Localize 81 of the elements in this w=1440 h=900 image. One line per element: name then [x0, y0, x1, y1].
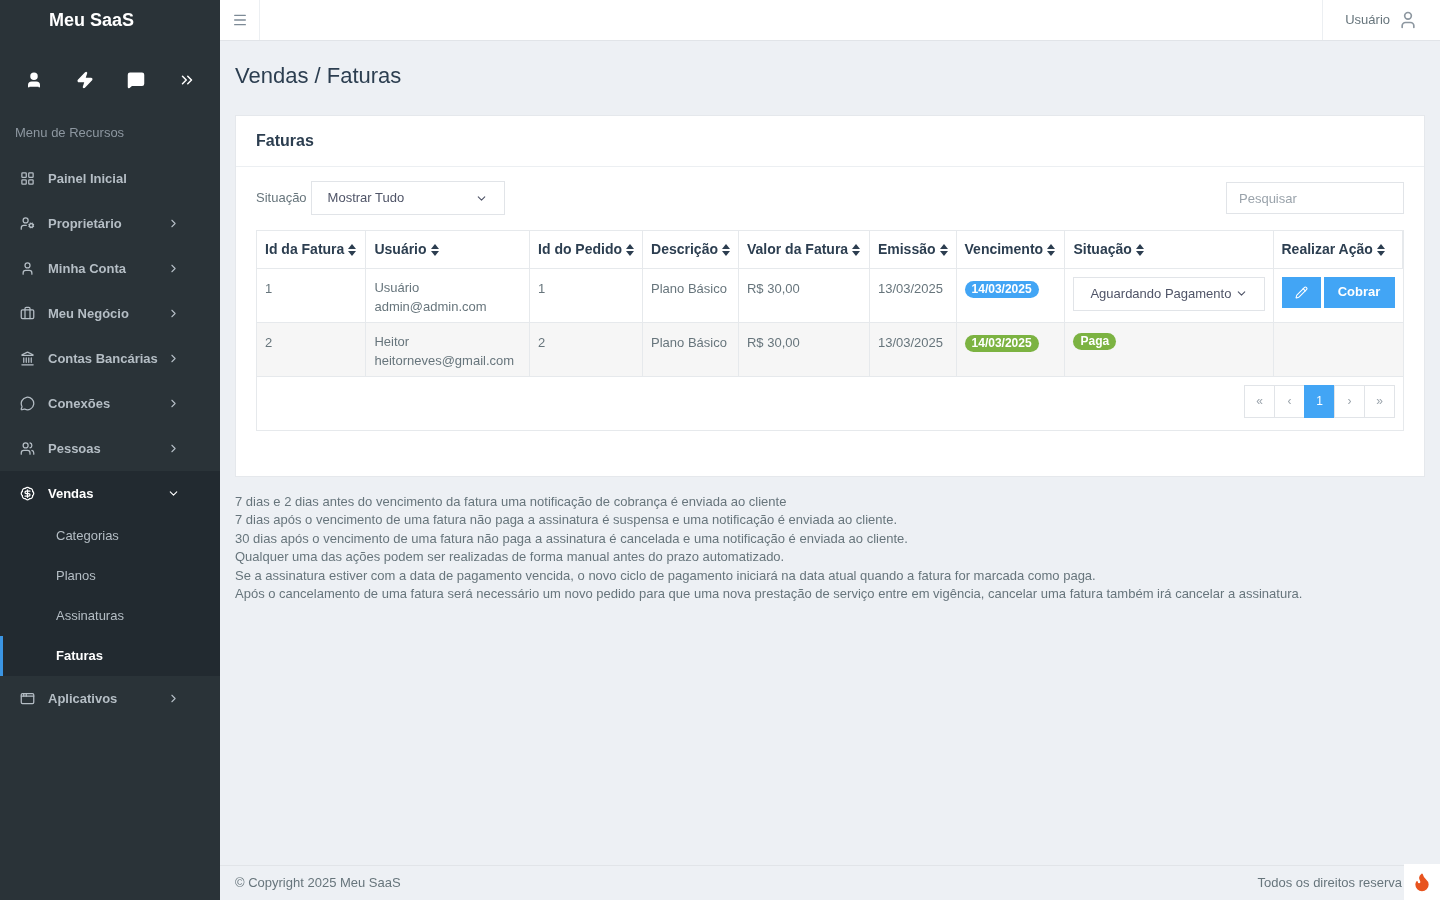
user-avatar-icon	[1398, 10, 1418, 30]
card-title: Faturas	[256, 131, 314, 151]
sort-icon	[626, 244, 635, 257]
menu-icon[interactable]	[231, 12, 248, 28]
chat-icon	[20, 396, 35, 411]
user-icon	[20, 261, 35, 276]
column-header[interactable]: Vencimento	[964, 240, 1044, 257]
users-icon	[20, 441, 35, 456]
sidebar-item[interactable]: Meu Negócio	[0, 291, 220, 336]
sidebar-item[interactable]: Conexões	[0, 381, 220, 426]
sidebar-item[interactable]: Pessoas	[0, 426, 220, 471]
column-header[interactable]: Usuário	[374, 240, 427, 257]
table-cell: 1	[265, 280, 273, 296]
column-header[interactable]: Id do Pedido	[538, 240, 623, 257]
sidebar-item[interactable]: Minha Conta	[0, 246, 220, 291]
sidebar-subitem[interactable]: Assinaturas	[0, 596, 220, 636]
info-note: Qualquer uma das ações podem ser realizadas de forma manual antes do prazo automatizado.	[235, 548, 786, 567]
sort-icon	[348, 244, 357, 257]
table-cell: 13/03/2025	[877, 280, 943, 296]
sort-icon	[1135, 244, 1144, 257]
grid-icon	[20, 171, 35, 186]
sidebar-item[interactable]: Aplicativos	[0, 676, 220, 721]
status-select[interactable]: Aguardando Pagamento	[1073, 276, 1265, 311]
user-gear-icon	[20, 216, 35, 231]
brand-logo-text[interactable]: Meu SaaS	[49, 6, 135, 34]
sort-icon	[430, 244, 439, 257]
table-cell: R$ 30,00	[747, 334, 800, 350]
status-filter-select[interactable]: Mostrar Tudo	[310, 181, 505, 215]
column-header[interactable]: Descrição	[651, 240, 718, 257]
column-header[interactable]: Id da Fatura	[265, 240, 345, 257]
user-menu[interactable]: Usuário	[1322, 0, 1440, 40]
info-note: Se a assinatura estiver com a data de pagamento vencida, o novo ciclo de pagamento iniciará na data atual quando a fatura for marcada como paga.	[235, 566, 1097, 585]
due-date-badge: 14/03/2025	[964, 334, 1039, 352]
column-header[interactable]: Valor da Fatura	[747, 240, 849, 257]
sort-icon	[722, 244, 730, 257]
briefcase-icon	[20, 306, 35, 321]
status-badge: Paga	[1073, 332, 1117, 350]
page-title: Vendas / Faturas	[235, 62, 403, 90]
user-name: Usuário	[374, 278, 421, 297]
table-cell: 2	[538, 334, 546, 350]
sidebar-item[interactable]: Proprietário	[0, 201, 220, 246]
chat-icon[interactable]	[126, 71, 145, 89]
sidebar-subitem[interactable]: Planos	[0, 556, 220, 596]
sort-icon	[1376, 244, 1385, 257]
lightning-icon[interactable]	[75, 71, 94, 89]
info-note: 7 dias após o vencimento de uma fatura não paga a assinatura é suspensa e uma notificação é enviada ao cliente.	[235, 511, 898, 530]
bank-icon	[20, 351, 35, 366]
edit-button[interactable]	[1281, 276, 1321, 308]
table-cell: Plano Básico	[651, 280, 727, 296]
sort-icon	[939, 244, 948, 257]
table-cell: Plano Básico	[651, 334, 727, 350]
due-date-badge: 14/03/2025	[964, 280, 1039, 298]
sidebar-subitem[interactable]: Categorias	[0, 516, 220, 556]
window-icon	[20, 691, 35, 706]
column-header[interactable]: Realizar Ação	[1281, 240, 1373, 257]
rights-text: Todos os direitos reserva	[1257, 874, 1402, 893]
table-cell: R$ 30,00	[747, 280, 800, 296]
flame-icon[interactable]	[1412, 872, 1432, 892]
table-cell: 13/03/2025	[877, 334, 943, 350]
money-icon	[20, 486, 35, 501]
sidebar-item[interactable]: Contas Bancárias	[0, 336, 220, 381]
search-field[interactable]: Pesquisar	[1226, 182, 1404, 214]
sort-icon	[1047, 244, 1056, 257]
pencil-icon	[1294, 285, 1308, 299]
table-cell: 1	[538, 280, 546, 296]
sidebar-subitem[interactable]: Faturas	[0, 636, 220, 676]
section-title: Menu de Recursos	[15, 125, 125, 140]
sidebar-item[interactable]: Vendas	[0, 471, 220, 516]
sort-icon	[852, 244, 861, 257]
user-name: Heitor	[374, 332, 411, 351]
user-email: admin@admin.com	[374, 298, 488, 316]
info-note: Após o cancelamento de uma fatura será necessário um novo pedido para que uma nova prestação de serviço entre em vigência, cancelar uma fatura também irá cancelar a assinatura.	[235, 585, 1304, 604]
sidebar-item[interactable]: Painel Inicial	[0, 156, 220, 201]
info-note: 7 dias e 2 dias antes do vencimento da fatura uma notificação de cobrança é enviada ao cliente	[235, 492, 788, 511]
table-cell: 2	[265, 334, 273, 350]
filter-label: Situação	[256, 189, 307, 208]
column-header[interactable]: Emissão	[877, 240, 936, 257]
column-header[interactable]: Situação	[1073, 240, 1132, 257]
copyright-text: © Copyright 2025 Meu SaaS	[235, 874, 401, 893]
user-email: heitorneves@gmail.com	[374, 352, 516, 370]
info-note: 30 dias após o vencimento de uma fatura não paga a assinatura é cancelada e uma notificação é enviada ao cliente.	[235, 529, 909, 548]
